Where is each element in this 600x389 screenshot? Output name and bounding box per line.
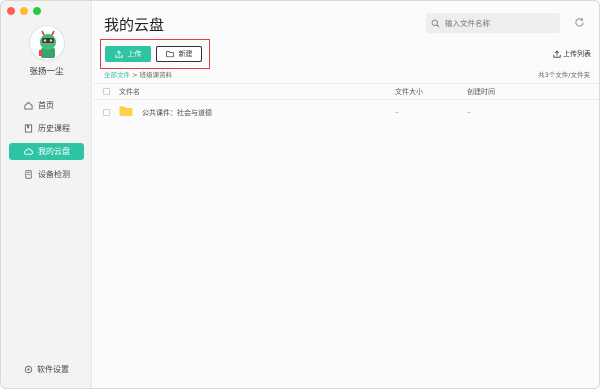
close-window-button[interactable] [7,7,15,15]
settings-label: 软件设置 [37,365,69,374]
breadcrumb: 全部文件 > 班级课资料 [104,69,172,79]
sidebar-item-device[interactable]: 设备检测 [9,166,84,183]
folder-icon [119,105,133,117]
upload-label: 上传 [127,50,142,58]
upload-button[interactable]: 上传 [105,46,151,62]
username: 张扬一尘 [29,67,64,77]
refresh-icon[interactable] [574,17,585,28]
file-size: – [395,108,399,116]
upload-list-button[interactable]: 上传列表 [553,49,591,59]
upload-list-icon [553,50,561,58]
table-row[interactable]: 公共课件：社会与道德 – – [93,102,599,122]
search-input[interactable] [445,18,555,28]
sidebar-item-label: 首页 [38,101,54,110]
avatar[interactable] [29,25,65,61]
sidebar-item-label: 我的云盘 [38,147,70,156]
home-icon [24,101,33,110]
search-icon [431,19,440,28]
sidebar-item-label: 历史课程 [38,124,70,133]
breadcrumb-current: 班级课资料 [139,71,173,79]
device-icon [24,170,33,179]
sidebar-nav: 首页 历史课程 我的云盘 设备检测 [9,97,84,189]
zoom-window-button[interactable] [33,7,41,15]
file-count: 共3个文件/文件夹 [538,71,590,79]
file-created: – [467,108,471,116]
sidebar-item-cloud[interactable]: 我的云盘 [9,143,84,160]
page-title: 我的云盘 [104,16,165,34]
sidebar-item-label: 设备检测 [38,170,70,179]
upload-list-label: 上传列表 [563,50,591,58]
breadcrumb-separator: > [132,71,138,79]
row-checkbox[interactable] [103,109,110,116]
sidebar-item-home[interactable]: 首页 [9,97,84,114]
table-header: 文件名 文件大小 创建时间 [93,83,599,100]
header-created[interactable]: 创建时间 [467,87,495,97]
window-controls [7,7,41,15]
search-box[interactable] [426,13,560,33]
software-settings-button[interactable]: 软件设置 [24,364,69,375]
gear-icon [24,365,33,374]
upload-icon [114,50,123,58]
new-label: 新建 [178,50,193,58]
file-name[interactable]: 公共课件：社会与道德 [142,108,212,118]
book-icon [24,124,33,133]
sidebar: 张扬一尘 首页 历史课程 我的云盘 设备检测 软件设置 [1,1,92,388]
folder-outline-icon [165,50,174,58]
cloud-icon [24,147,33,156]
header-size[interactable]: 文件大小 [395,87,423,97]
header-name[interactable]: 文件名 [119,87,140,97]
select-all-checkbox[interactable] [103,88,110,95]
minimize-window-button[interactable] [20,7,28,15]
sidebar-item-history[interactable]: 历史课程 [9,120,84,137]
main-panel: 我的云盘 上传 新建 上传列表 [93,1,599,388]
app-window: 张扬一尘 首页 历史课程 我的云盘 设备检测 软件设置 我的云盘 输入文件名称 … [0,0,600,389]
new-folder-button[interactable]: 新建 [156,46,202,62]
breadcrumb-root[interactable]: 全部文件 [104,71,130,79]
